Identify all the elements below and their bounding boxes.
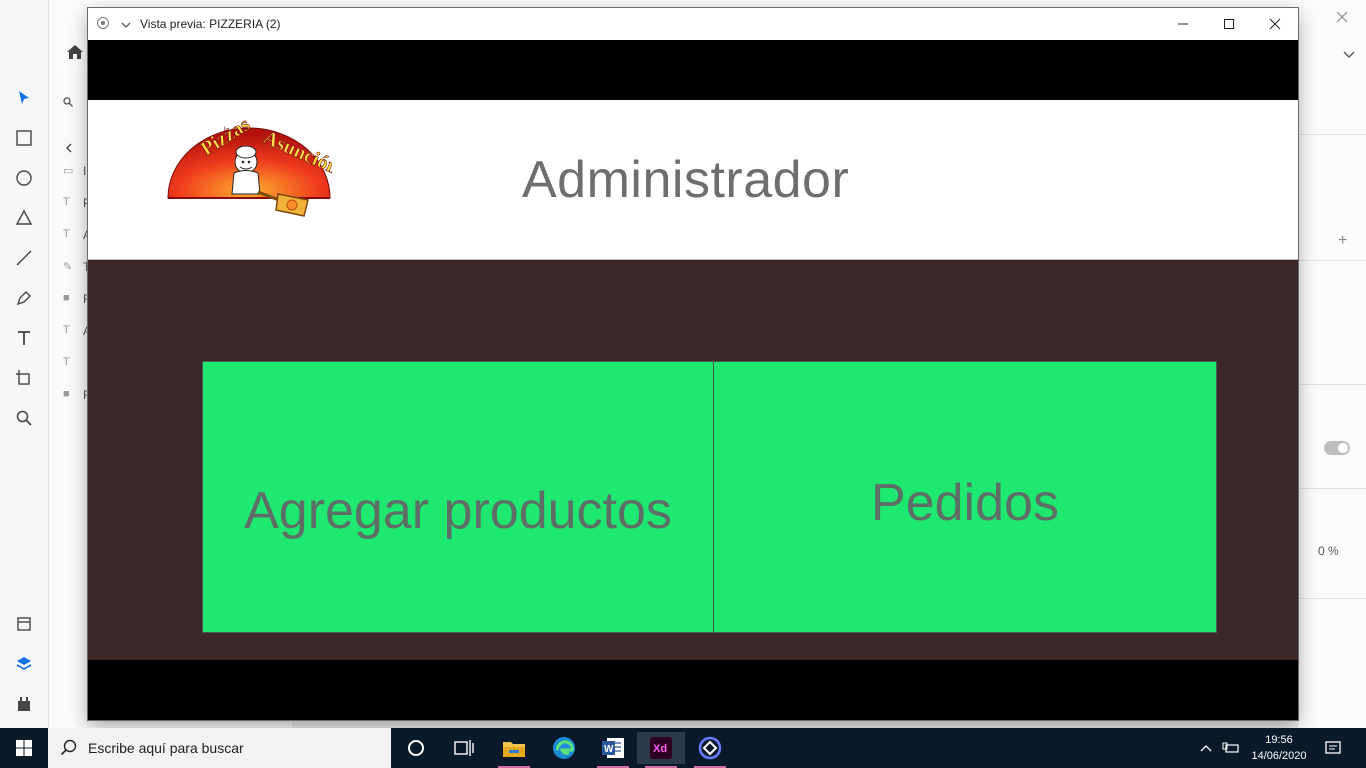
orders-label: Pedidos [871,474,1059,532]
layer-image-icon: ▭ [63,165,74,177]
assets-icon[interactable] [14,614,34,634]
search-icon [60,739,77,756]
chevron-up-icon[interactable] [1196,728,1216,768]
layer-text-icon: T [63,228,70,240]
taskbar-search[interactable]: Escribe aquí para buscar [48,728,391,768]
ellipse-tool-icon[interactable] [14,168,34,188]
toggle-switch[interactable] [1324,441,1350,455]
app-icon[interactable] [686,732,734,768]
artboard-tool-icon[interactable] [14,368,34,388]
add-products-label: Agregar productos [244,482,672,540]
minimize-button[interactable] [1160,8,1206,40]
add-products-button[interactable]: Agregar productos [202,361,714,633]
layer-text-icon: T [63,324,70,336]
taskbar: Escribe aquí para buscar W Xd 19:56 14/0… [0,728,1366,768]
start-button[interactable] [0,728,48,768]
plugins-icon[interactable] [14,694,34,714]
add-icon[interactable]: + [1338,232,1347,250]
property-inspector: + 0 % [1298,74,1366,728]
svg-text:Xd: Xd [653,743,667,755]
page-title: Administrador [522,151,850,209]
home-icon[interactable] [66,44,84,60]
battery-icon[interactable] [1220,728,1242,768]
xd-toolbar [0,0,49,728]
edge-icon[interactable] [540,732,588,764]
preview-titlebar: Vista previa: PIZZERIA (2) [88,8,1298,40]
preview-window: Vista previa: PIZZERIA (2) Pizzas Asunci… [88,8,1298,720]
close-icon[interactable] [1336,10,1348,23]
maximize-button[interactable] [1206,8,1252,40]
notification-icon[interactable] [1320,728,1346,768]
file-explorer-icon[interactable] [490,732,538,768]
back-chevron-icon[interactable] [65,140,73,153]
select-tool-icon[interactable] [14,88,34,108]
pizzeria-logo: Pizzas Asunción la [166,113,342,224]
cortana-icon[interactable] [392,732,440,764]
svg-text:la: la [224,127,230,134]
xd-icon[interactable]: Xd [637,732,685,768]
opacity-value[interactable]: 0 % [1318,544,1339,558]
search-placeholder: Escribe aquí para buscar [88,740,244,756]
polygon-tool-icon[interactable] [14,208,34,228]
pen-tool-icon[interactable] [14,288,34,308]
word-icon[interactable]: W [589,732,637,768]
pizzeria-app: Pizzas Asunción la Administrador Agregar… [88,40,1298,720]
app-header: Pizzas Asunción la Administrador [88,100,1298,260]
line-tool-icon[interactable] [14,248,34,268]
close-button[interactable] [1252,8,1298,40]
text-tool-icon[interactable] [14,328,34,348]
window-title: Vista previa: PIZZERIA (2) [140,17,281,31]
main-content: Agregar productos Pedidos [88,260,1298,660]
orders-button[interactable]: Pedidos [713,361,1217,633]
clock-time: 19:56 [1265,734,1293,746]
layer-pen-icon: ✎ [63,261,73,273]
layer-rect-icon: ■ [63,292,70,304]
svg-text:W: W [604,744,614,755]
zoom-tool-icon[interactable] [14,408,34,428]
layer-text-icon: T [63,356,70,368]
taskbar-clock[interactable]: 19:56 14/06/2020 [1244,732,1314,764]
windows-icon [16,740,32,756]
layer-item[interactable]: I [83,164,86,178]
chevron-down-icon[interactable] [1343,46,1355,58]
task-view-icon[interactable] [440,732,488,764]
layer-text-icon: T [63,196,70,208]
layers-icon[interactable] [14,654,34,674]
rectangle-tool-icon[interactable] [14,128,34,148]
record-icon[interactable] [97,17,109,29]
chevron-down-icon[interactable] [121,17,131,28]
layer-rect-icon: ■ [63,388,70,400]
search-icon [63,94,73,107]
clock-date: 14/06/2020 [1251,750,1307,762]
